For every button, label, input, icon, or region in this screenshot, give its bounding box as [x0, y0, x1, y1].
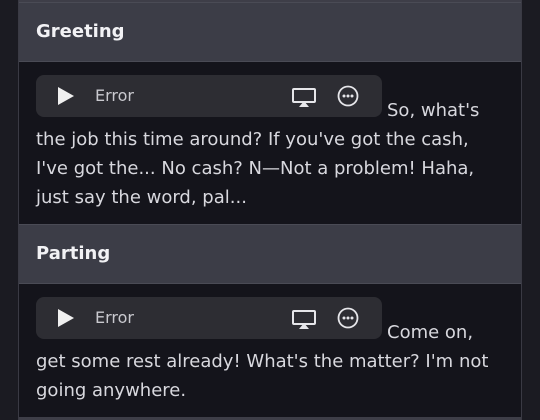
section-header-parting: Parting — [19, 224, 521, 284]
audio-player: Error — [36, 297, 382, 339]
section-body-parting: Error Come on, get some rest already! Wh… — [19, 284, 521, 420]
play-icon[interactable] — [58, 309, 74, 327]
section-title: Greeting — [36, 21, 125, 42]
airplay-icon[interactable] — [292, 88, 316, 108]
airplay-icon[interactable] — [292, 310, 316, 330]
section-body-greeting: Error So, what's the job this time aroun… — [19, 62, 521, 224]
section-title: Parting — [36, 243, 111, 264]
section-header-greeting: Greeting — [19, 2, 521, 62]
play-icon[interactable] — [58, 87, 74, 105]
audio-player: Error — [36, 75, 382, 117]
voice-lines-panel: Greeting Error So, what's the job this t… — [18, 0, 522, 420]
more-options-icon[interactable] — [337, 307, 359, 329]
player-status: Error — [95, 308, 134, 327]
more-options-icon[interactable] — [337, 85, 359, 107]
player-status: Error — [95, 86, 134, 105]
